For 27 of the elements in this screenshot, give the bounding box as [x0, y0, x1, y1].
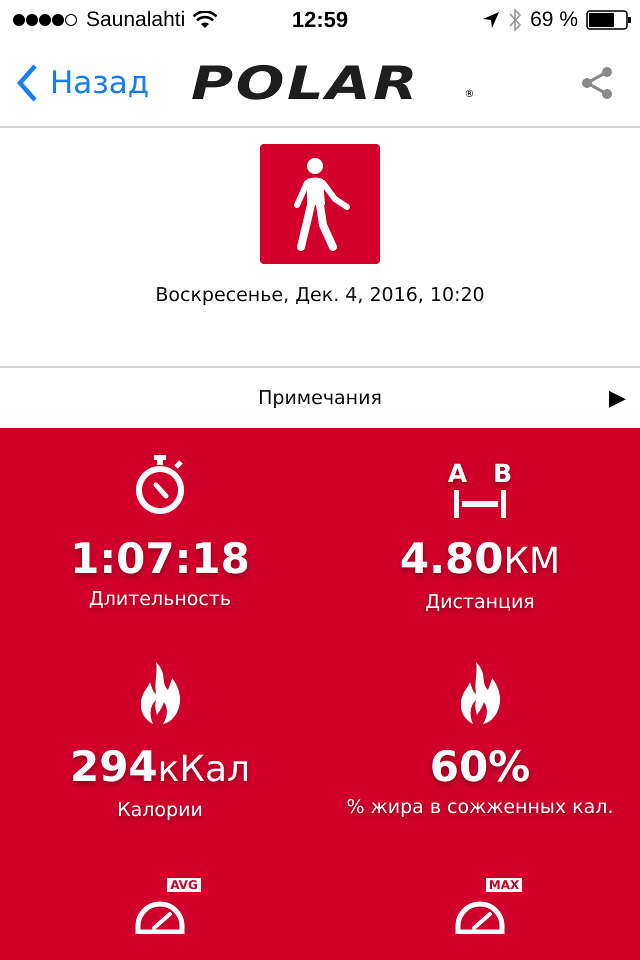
play-arrow-icon: ▶: [609, 385, 626, 411]
stat-label: % жира в сожженных кал.: [346, 796, 614, 818]
brand-logo: POLAR: [191, 56, 420, 110]
stat-value: 294кКал: [70, 741, 250, 793]
carrier-name: Saunalahti: [86, 8, 186, 32]
battery-icon: [586, 10, 632, 30]
stat-value: 4.80КМ: [400, 533, 560, 585]
stat-label: Дистанция: [425, 591, 535, 613]
bluetooth-icon: [508, 8, 522, 32]
back-button[interactable]: Назад: [16, 63, 150, 103]
stat-value: 1:07:18: [70, 533, 250, 585]
walking-activity-icon: [260, 144, 380, 264]
battery-percent: 69 %: [530, 8, 578, 32]
activity-date: Воскресенье, Дек. 4, 2016, 10:20: [155, 284, 485, 306]
notes-label: Примечания: [258, 387, 382, 409]
share-icon[interactable]: [580, 66, 614, 100]
signal-icon: [12, 13, 78, 27]
wifi-icon: [193, 11, 218, 29]
location-arrow-icon: [482, 11, 500, 29]
chevron-left-icon: [16, 63, 38, 103]
registered-mark: ®: [464, 89, 474, 100]
stat-label: Длительность: [88, 588, 232, 610]
flame-icon: [138, 660, 182, 726]
flame-icon: [458, 660, 502, 726]
clock-time: 12:59: [292, 7, 348, 33]
stat-value: 60%: [430, 741, 530, 793]
stat-label: Калории: [117, 799, 203, 821]
